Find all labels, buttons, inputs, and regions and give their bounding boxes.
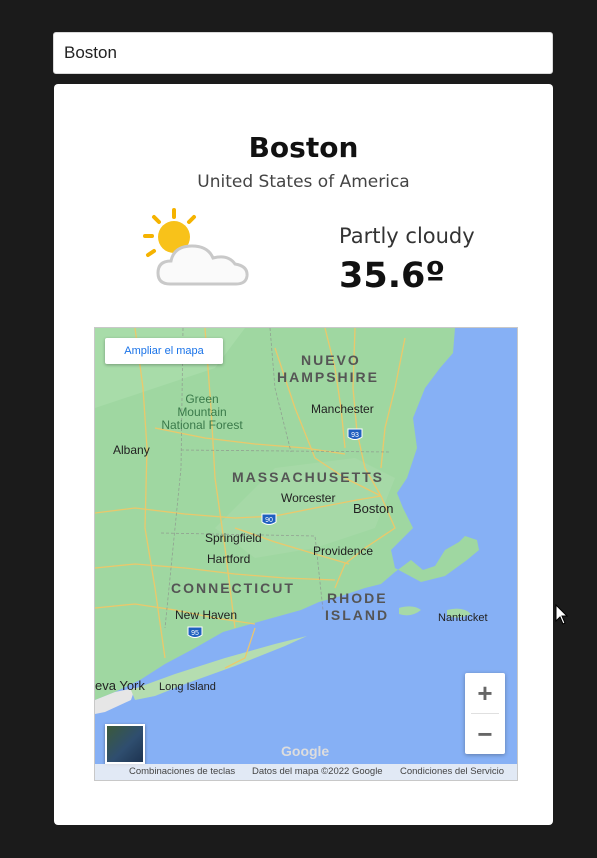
map-label-park-line: National Forest (161, 418, 243, 432)
map-label-city: Long Island (159, 681, 216, 693)
highway-shield-icon: 90 (261, 513, 277, 525)
map-label-city: New Haven (175, 608, 238, 622)
map-label-city: Albany (113, 443, 150, 457)
map-label-city: Nantucket (438, 612, 488, 624)
highway-shield-label: 90 (265, 517, 273, 524)
map-label-state: ISLAND (325, 607, 390, 623)
map-zoom-control: + − (465, 673, 505, 754)
map-label-state: CONNECTICUT (171, 580, 295, 596)
highway-shield-label: 95 (191, 630, 199, 637)
city-search-input[interactable] (53, 32, 553, 74)
map-data-attribution: Datos del mapa ©2022 Google (252, 766, 383, 777)
map-label-state: RHODE (327, 590, 388, 606)
highway-shield-icon: 95 (187, 626, 203, 638)
mouse-cursor-icon (555, 604, 569, 625)
country-name: United States of America (197, 172, 410, 192)
google-logo: Google (281, 743, 330, 759)
map-label-city: Providence (313, 544, 374, 558)
temperature: 35.6º (339, 256, 446, 296)
zoom-out-button[interactable]: − (465, 714, 505, 754)
highway-shield-label: 93 (351, 432, 359, 439)
keyboard-shortcuts-link[interactable]: Combinaciones de teclas (129, 764, 235, 780)
map-label-city: Boston (353, 501, 394, 516)
map-footer: Combinaciones de teclas Datos del mapa ©… (95, 764, 517, 780)
weather-card: Boston United States of America Partly c… (54, 84, 553, 825)
partly-cloudy-icon (143, 208, 249, 286)
map-label-state: MASSACHUSETTS (232, 469, 385, 485)
map-label-state: NUEVO (301, 352, 361, 368)
map-label-state: HAMPSHIRE (277, 369, 380, 385)
map-type-toggle[interactable] (105, 724, 145, 764)
city-name: Boston (248, 131, 359, 164)
terms-of-service-link[interactable]: Condiciones del Servicio (400, 764, 504, 780)
map-label-city: eva York (95, 678, 145, 693)
highway-shield-icon: 93 (347, 428, 363, 440)
zoom-in-button[interactable]: + (465, 673, 505, 713)
embedded-map[interactable]: NUEVO HAMPSHIRE Green Mountain National … (94, 327, 518, 781)
enlarge-map-link[interactable]: Ampliar el mapa (105, 338, 223, 364)
map-label-city: Hartford (207, 552, 251, 566)
map-label-city: Springfield (205, 531, 262, 545)
weather-condition: Partly cloudy (339, 224, 475, 248)
map-label-city: Manchester (311, 402, 374, 416)
map-label-park: Green Mountain National Forest (157, 393, 247, 432)
map-label-city: Worcester (281, 491, 336, 505)
